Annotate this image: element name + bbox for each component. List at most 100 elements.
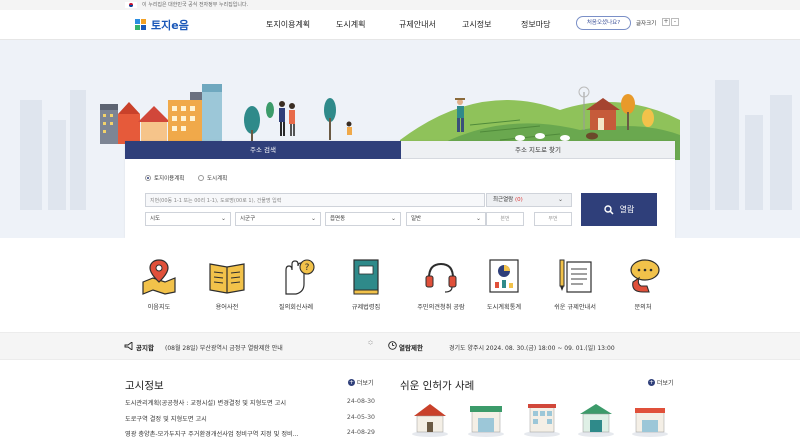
korea-flag-icon (125, 2, 137, 8)
plus-icon: + (648, 379, 655, 386)
clock-icon (388, 341, 397, 350)
statistics-icon (489, 259, 519, 293)
gosi-item-date: 24-08-29 (346, 429, 375, 436)
book-icon (209, 263, 245, 294)
restriction-title: 열람제한 (399, 344, 423, 352)
font-decrease-button[interactable]: - (671, 18, 679, 26)
quick-item-label: 질의회신사례 (278, 304, 314, 311)
select-land-type-value: 일반 (411, 216, 422, 222)
address-input[interactable]: 지번(00동 1-1 또는 00리 1-1), 도로명(00로 1), 건물명 … (145, 193, 485, 207)
radio-checked-icon (145, 175, 151, 181)
plus-icon: + (348, 379, 355, 386)
quick-menu: 이음지도 용어사전 ? 질의회신사례 규제법령집 주민의견청취 공람 도시계획통… (0, 238, 800, 332)
quick-item-label: 이음지도 (147, 304, 171, 311)
gosi-section-title: 고시정보 (125, 380, 164, 392)
gosi-list-item[interactable]: 도로구역 결정 및 지형도면 고시 24-05-30 (125, 414, 375, 424)
quick-item-law[interactable]: 규제법령집 (336, 256, 396, 311)
recent-view-label: 최근열람 (493, 197, 514, 203)
search-icon (603, 204, 614, 215)
notice-arrows: ︿ ﹀ (368, 339, 373, 349)
view-button[interactable]: 열람 (581, 193, 657, 226)
recent-view-count: (0) (515, 197, 523, 203)
gov-banner: 이 누리집은 대한민국 공식 전자정부 누리집입니다. (0, 0, 800, 10)
easy-more-link[interactable]: + 더보기 (648, 378, 674, 387)
gosi-item-title: 도시관리계획(공공청사 : 교정시설) 변경결정 및 지형도면 고시 (125, 400, 287, 407)
select-sido-value: 시도 (150, 216, 161, 222)
quick-item-map[interactable]: 이음지도 (129, 256, 189, 311)
quick-item-label: 쉬운 규제안내서 (554, 304, 596, 311)
quick-item-label: 주민의견청취 공람 (417, 304, 465, 311)
gosi-item-date: 24-08-30 (346, 398, 375, 405)
chevron-down-icon: ⌄ (310, 215, 316, 222)
view-button-label: 열람 (619, 205, 635, 214)
gosi-more-label: 더보기 (357, 380, 374, 387)
house-case-icon[interactable] (410, 400, 450, 437)
nav-item-city-plan[interactable]: 도시계획 (336, 19, 365, 30)
map-icon (142, 259, 176, 295)
bubun-input[interactable]: 부번 (534, 212, 572, 226)
select-sigungu-value: 시군구 (240, 216, 256, 222)
radio-unchecked-icon (198, 175, 204, 181)
nav-item-info-board[interactable]: 정보마당 (521, 19, 550, 30)
font-size-label: 글자크기 (636, 21, 657, 27)
quick-item-contact[interactable]: 문의처 (613, 256, 673, 311)
select-eupmyeondong-value: 읍면동 (330, 216, 346, 222)
select-sigungu[interactable]: 시군구 ⌄ (235, 212, 321, 226)
quick-item-public-opinion[interactable]: 주민의견청취 공람 (411, 256, 471, 311)
gosi-item-date: 24-05-30 (346, 414, 375, 421)
chevron-down-icon: ⌄ (390, 215, 396, 222)
radio-land-use[interactable]: 토지이용계획 (145, 174, 184, 182)
phone-chat-icon (630, 259, 660, 293)
logo-mark-icon (135, 19, 147, 31)
select-eupmyeondong[interactable]: 읍면동 ⌄ (325, 212, 401, 226)
building-case-icon[interactable] (522, 400, 562, 437)
question-hand-icon: ? (285, 259, 315, 295)
easy-permit-section-title: 쉬운 인허가 사례 (400, 380, 475, 392)
gosi-more-link[interactable]: + 더보기 (348, 378, 374, 387)
gov-banner-text: 이 누리집은 대한민국 공식 전자정부 누리집입니다. (142, 2, 249, 8)
quick-item-easy-guide[interactable]: 쉬운 규제안내서 (545, 256, 605, 311)
radio-city-plan-label: 도시계획 (207, 176, 228, 182)
headset-icon (425, 262, 457, 293)
first-visit-button[interactable]: 처음오셨나요? (576, 16, 631, 30)
site-logo[interactable]: 토지e음 (135, 17, 189, 33)
law-book-icon (353, 259, 379, 295)
font-increase-button[interactable]: + (662, 18, 670, 26)
gosi-item-title: 도로구역 결정 및 지형도면 고시 (125, 416, 207, 423)
factory-case-icon[interactable] (630, 400, 670, 437)
radio-city-plan[interactable]: 도시계획 (198, 174, 227, 182)
greenhouse-case-icon[interactable] (576, 400, 616, 437)
document-pen-icon (559, 259, 592, 293)
restriction-text[interactable]: 경기도 양주시 2024. 08. 30.(금) 18:00 ~ 09. 01.… (449, 343, 615, 352)
megaphone-icon (124, 342, 133, 350)
recent-view-dropdown[interactable]: 최근열람 (0) ⌄ (486, 193, 572, 207)
address-search-panel: 주소 검색 주소 지도로 찾기 토지이용계획 도시계획 지번(00동 1-1 또… (125, 141, 675, 238)
gosi-list-item[interactable]: 도시관리계획(공공청사 : 교정시설) 변경결정 및 지형도면 고시 24-08… (125, 398, 375, 408)
logo-text: 토지e음 (151, 19, 189, 32)
store-case-icon[interactable] (466, 400, 506, 437)
chevron-down-icon: ⌄ (220, 215, 226, 222)
nav-item-regulation-guide[interactable]: 규제안내서 (399, 19, 436, 30)
tab-map-search[interactable]: 주소 지도로 찾기 (401, 141, 675, 159)
notice-next-button[interactable]: ﹀ (368, 344, 373, 349)
select-land-type[interactable]: 일반 ⌄ (406, 212, 486, 226)
notice-text[interactable]: (08월 28일) 부산광역시 금정구 열람제한 안내 (165, 343, 283, 352)
quick-item-label: 문의처 (634, 304, 652, 311)
nav-item-land-use[interactable]: 토지이용계획 (266, 19, 310, 30)
notice-bar: 공지합 (08월 28일) 부산광역시 금정구 열람제한 안내 ︿ ﹀ 열람제한… (0, 332, 800, 360)
notice-title: 공지합 (136, 344, 154, 352)
svg-text:?: ? (305, 263, 310, 273)
chevron-down-icon: ⌄ (475, 215, 481, 222)
gosi-item-title: 영광 충양촌-모가두지구 주거환경개선사업 정비구역 지정 및 정비... (125, 431, 299, 437)
tab-address-search[interactable]: 주소 검색 (125, 141, 401, 159)
quick-item-label: 규제법령집 (351, 304, 381, 311)
bonbun-input[interactable]: 본번 (486, 212, 524, 226)
quick-item-label: 용어사전 (215, 304, 239, 311)
nav-item-notice-info[interactable]: 고시정보 (462, 19, 491, 30)
quick-item-dictionary[interactable]: 용어사전 (197, 256, 257, 311)
quick-item-qna-cases[interactable]: ? 질의회신사례 (266, 256, 326, 311)
quick-item-statistics[interactable]: 도시계획통계 (474, 256, 534, 311)
site-header: 토지e음 토지이용계획 도시계획 규제안내서 고시정보 정보마당 처음오셨나요?… (0, 10, 800, 40)
gosi-list-item[interactable]: 영광 충양촌-모가두지구 주거환경개선사업 정비구역 지정 및 정비... 24… (125, 429, 375, 437)
select-sido[interactable]: 시도 ⌄ (145, 212, 231, 226)
